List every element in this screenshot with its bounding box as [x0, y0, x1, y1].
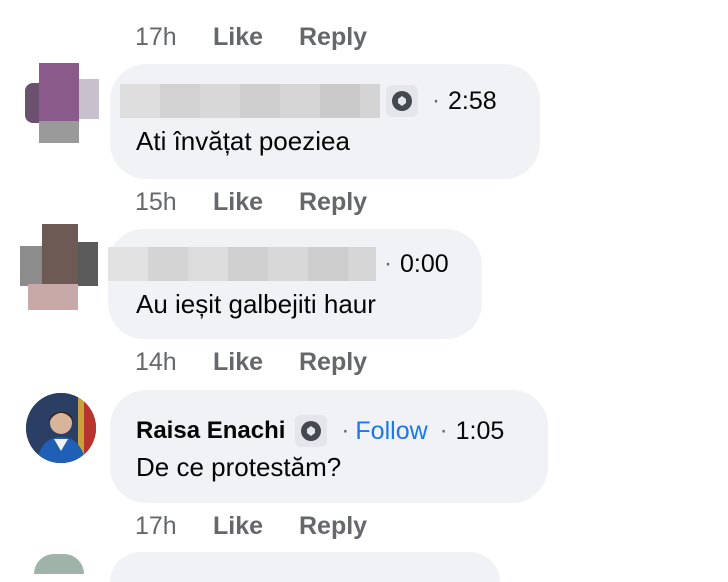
avatar[interactable]: [34, 554, 84, 574]
like-button[interactable]: Like: [213, 348, 299, 377]
like-button[interactable]: Like: [213, 512, 299, 541]
reply-button[interactable]: Reply: [299, 23, 367, 52]
comment-actions: 15h Like Reply: [135, 186, 367, 218]
comment-timestamp[interactable]: 0:00: [400, 250, 449, 279]
reply-button[interactable]: Reply: [299, 348, 367, 377]
comment-bubble: Raisa Enachi · Follow · 1:05 De ce prote…: [110, 390, 548, 503]
avatar[interactable]: [25, 63, 100, 143]
comment-bubble: · 0:00 Au ieșit galbejiti haur: [108, 229, 482, 339]
comment-text: Ati învățat poeziea: [136, 126, 350, 156]
like-button[interactable]: Like: [213, 23, 299, 52]
comment-text: Au ieșit galbejiti haur: [136, 289, 376, 319]
separator: ·: [384, 250, 392, 277]
separator: ·: [432, 87, 440, 114]
comment-bubble: · 2:58 Ati învățat poeziea: [110, 64, 540, 179]
comment-time-ago[interactable]: 14h: [135, 348, 213, 377]
comment-actions: 17h Like Reply: [135, 510, 367, 542]
avatar[interactable]: [26, 393, 96, 463]
comment-timestamp[interactable]: 2:58: [448, 87, 497, 116]
separator: ·: [439, 417, 448, 444]
comment-author[interactable]: [120, 84, 380, 118]
comment-time-ago[interactable]: 17h: [135, 23, 213, 52]
comment-text: De ce protestăm?: [136, 452, 342, 482]
top-fan-badge-icon[interactable]: [295, 415, 328, 447]
separator: ·: [341, 417, 350, 444]
follow-button[interactable]: Follow: [355, 417, 427, 446]
comment-timestamp[interactable]: 1:05: [456, 417, 505, 446]
reply-button[interactable]: Reply: [299, 188, 367, 217]
comment-author[interactable]: [108, 247, 376, 281]
comment-bubble: [110, 552, 500, 582]
comment-author[interactable]: Raisa Enachi: [136, 417, 285, 445]
comment-time-ago[interactable]: 17h: [135, 512, 213, 541]
comment-actions: 17h Like Reply: [135, 21, 367, 53]
comment-actions: 14h Like Reply: [135, 346, 367, 378]
reply-button[interactable]: Reply: [299, 512, 367, 541]
avatar[interactable]: [20, 224, 98, 310]
like-button[interactable]: Like: [213, 188, 299, 217]
comment-time-ago[interactable]: 15h: [135, 188, 213, 217]
top-fan-badge-icon[interactable]: [386, 85, 418, 117]
